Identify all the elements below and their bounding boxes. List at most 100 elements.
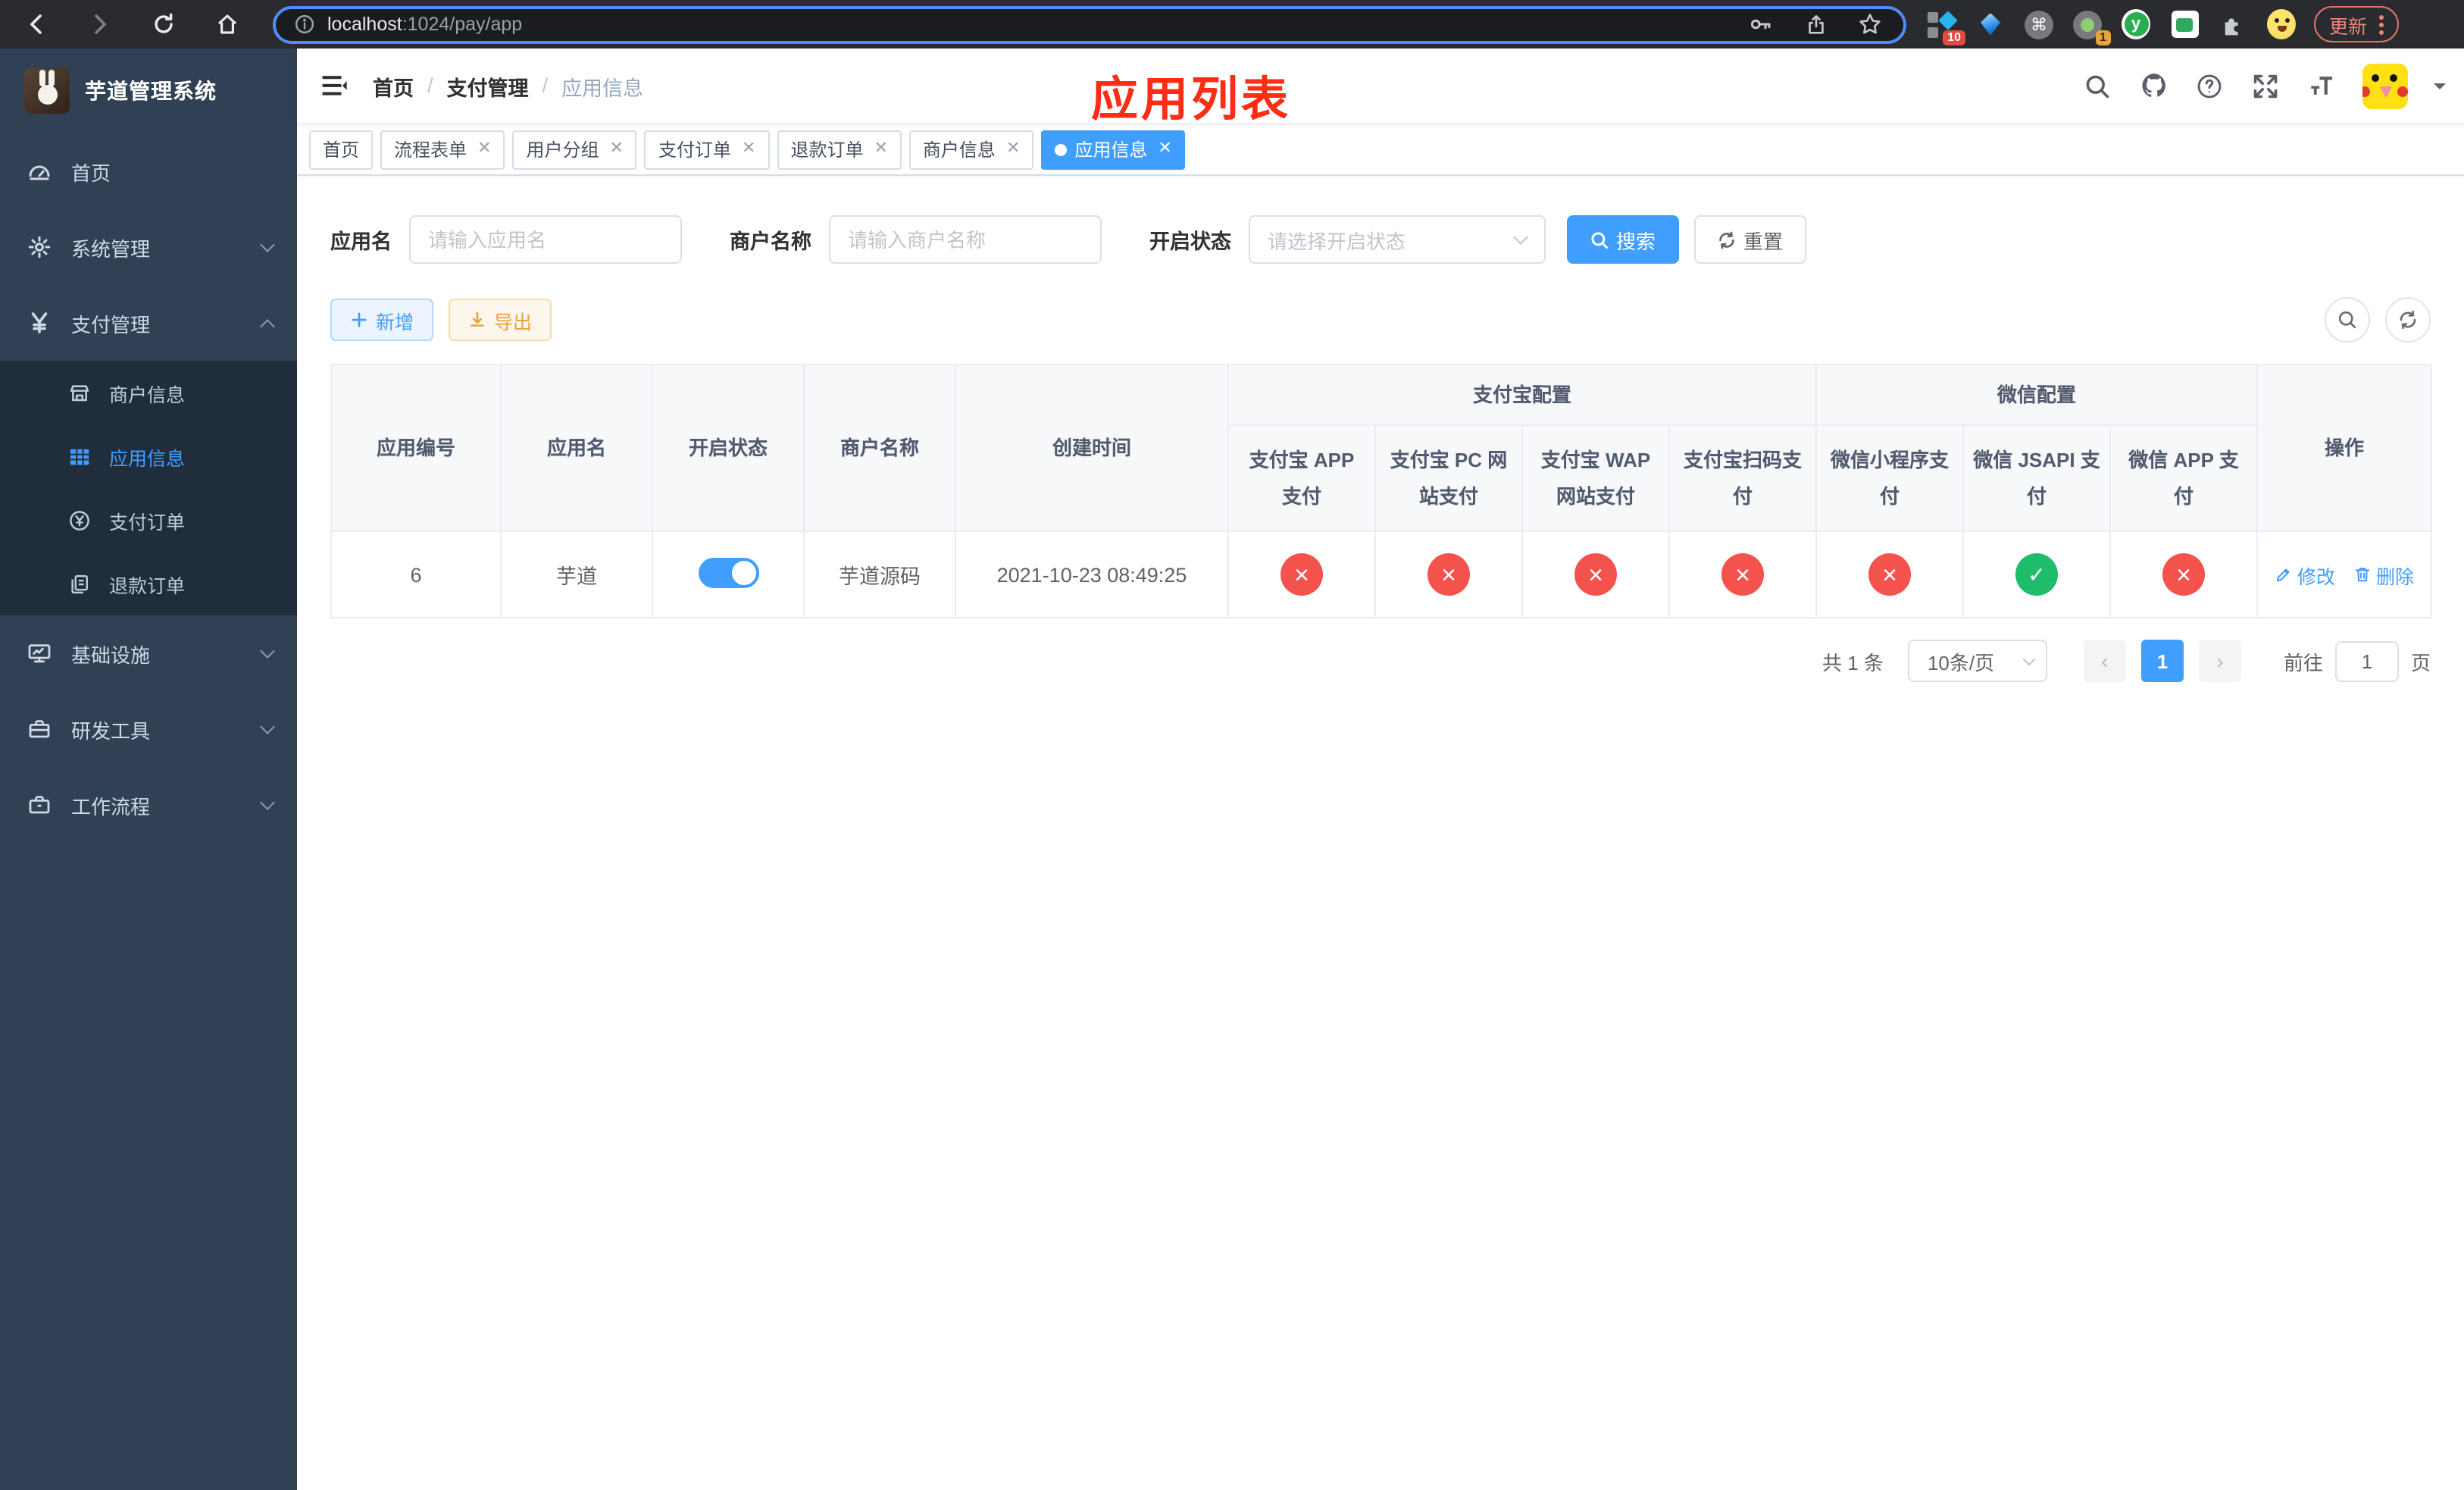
search-icon[interactable]: [2082, 70, 2112, 101]
tab-user-group[interactable]: 用户分组 ✕: [512, 130, 637, 169]
refresh-icon: [1718, 230, 1734, 249]
sidebar-item-dev-tools[interactable]: 研发工具: [0, 691, 297, 767]
add-button[interactable]: 新增: [330, 299, 434, 341]
sidebar-item-payment[interactable]: 支付管理: [0, 285, 297, 361]
monitor-icon: [27, 641, 52, 665]
app-name-label: 应用名: [330, 230, 392, 253]
tab-payment-orders[interactable]: 支付订单 ✕: [644, 130, 770, 169]
breadcrumb-separator: /: [542, 74, 549, 97]
alipay-wap-status-icon: [1574, 553, 1617, 596]
breadcrumb-home[interactable]: 首页: [373, 70, 414, 101]
browser-forward-button[interactable]: [82, 6, 118, 42]
tab-close-icon[interactable]: ✕: [610, 140, 624, 158]
tab-close-icon[interactable]: ✕: [1158, 140, 1171, 158]
extension-y-icon[interactable]: y: [2122, 9, 2150, 39]
extension-command-icon[interactable]: ⌘: [2025, 10, 2053, 39]
sidebar-item-infrastructure[interactable]: 基础设施: [0, 615, 297, 691]
col-status: 开启状态: [652, 364, 805, 532]
dashboard-icon: [27, 159, 52, 183]
sidebar-item-app-info[interactable]: 应用信息: [0, 424, 297, 488]
sidebar-collapse-icon[interactable]: [318, 70, 349, 101]
show-search-button[interactable]: [2325, 297, 2370, 343]
browser-reload-button[interactable]: [145, 6, 182, 42]
tab-close-icon[interactable]: ✕: [1006, 140, 1020, 158]
browser-home-button[interactable]: [209, 6, 245, 42]
reset-button[interactable]: 重置: [1693, 215, 1806, 264]
tab-merchant-info[interactable]: 商户信息 ✕: [908, 130, 1034, 169]
tab-refund-orders[interactable]: 退款订单 ✕: [777, 130, 902, 169]
tab-process-form[interactable]: 流程表单 ✕: [380, 130, 505, 169]
tab-home[interactable]: 首页: [309, 130, 374, 169]
user-avatar[interactable]: [2362, 63, 2408, 108]
sidebar-item-workflow[interactable]: 工作流程: [0, 767, 297, 843]
cell-created: 2021-10-23 08:49:25: [955, 531, 1229, 618]
refresh-table-button[interactable]: [2385, 297, 2431, 343]
help-icon[interactable]: [2194, 70, 2225, 101]
bookmark-star-icon[interactable]: [1855, 9, 1885, 39]
tab-close-icon[interactable]: ✕: [874, 140, 887, 158]
sidebar-item-home[interactable]: 首页: [0, 133, 297, 209]
app-name-input[interactable]: [408, 215, 681, 264]
extension-recorder-icon[interactable]: 1: [2073, 10, 2111, 45]
next-page-button[interactable]: ›: [2198, 640, 2241, 682]
shop-icon: [67, 380, 91, 405]
status-select[interactable]: 请选择开启状态: [1248, 215, 1545, 264]
sidebar-logo[interactable]: 芋道管理系统: [0, 49, 297, 133]
goto-page-input[interactable]: [2334, 640, 2399, 681]
sidebar-item-payment-orders[interactable]: 支付订单: [0, 488, 297, 552]
page-number-button[interactable]: 1: [2140, 640, 2184, 682]
font-size-icon[interactable]: [2306, 70, 2337, 101]
breadcrumb-payment[interactable]: 支付管理: [447, 70, 529, 101]
delete-button[interactable]: 删除: [2353, 560, 2414, 589]
browser-profile-avatar[interactable]: [2267, 9, 2296, 39]
avatar-caret-icon[interactable]: [2434, 83, 2446, 95]
sidebar-item-merchant-info[interactable]: 商户信息: [0, 361, 297, 424]
extensions-row: 10 ⌘ 1 y: [1928, 9, 2296, 45]
col-merchant: 商户名称: [803, 364, 956, 532]
page-size-value: 10条/页: [1927, 651, 1995, 674]
filter-form: 应用名 商户名称 开启状态 请选择开启状态 搜索: [330, 215, 2431, 264]
col-wechat-app: 微信 APP 支付: [2109, 424, 2259, 532]
col-created: 创建时间: [955, 364, 1229, 532]
table-toolbar: 新增 导出: [330, 297, 2431, 343]
browser-update-menu[interactable]: 更新: [2314, 6, 2400, 42]
main-area: 应用列表 首页 / 支付管理 / 应用信息 首页 流程表单 ✕ 用户分组 ✕ 支…: [297, 49, 2464, 1490]
merchant-name-input[interactable]: [828, 215, 1101, 264]
share-icon[interactable]: [1800, 9, 1831, 39]
status-toggle[interactable]: [698, 557, 758, 587]
url-bar[interactable]: localhost:1024/pay/app: [273, 5, 1906, 43]
chevron-up-icon: [260, 318, 275, 333]
extension-kite-icon[interactable]: [1976, 10, 2005, 39]
tab-close-icon[interactable]: ✕: [477, 140, 491, 158]
cell-status: [652, 531, 805, 618]
fullscreen-icon[interactable]: [2250, 70, 2281, 101]
kebab-menu-icon[interactable]: [2379, 14, 2384, 34]
edit-button[interactable]: 修改: [2275, 560, 2335, 589]
col-alipay-qr: 支付宝扫码支付: [1668, 424, 1818, 532]
tab-close-icon[interactable]: ✕: [742, 140, 755, 158]
navbar: 首页 / 支付管理 / 应用信息: [297, 49, 2464, 124]
chevron-down-icon: [260, 795, 275, 810]
col-alipay-app: 支付宝 APP 支付: [1227, 424, 1376, 532]
prev-page-button[interactable]: ‹: [2083, 640, 2126, 682]
export-button[interactable]: 导出: [449, 299, 552, 341]
github-icon[interactable]: [2138, 70, 2169, 101]
edit-button-label: 修改: [2297, 566, 2336, 587]
tab-label: 支付订单: [658, 139, 731, 161]
extensions-puzzle-icon[interactable]: [2219, 10, 2247, 39]
plus-icon: [352, 312, 367, 327]
password-key-icon[interactable]: [1746, 9, 1776, 39]
browser-back-button[interactable]: [18, 6, 55, 42]
sidebar-item-system[interactable]: 系统管理: [0, 209, 297, 285]
breadcrumb-current: 应用信息: [561, 77, 644, 99]
page-size-select[interactable]: 10条/页: [1907, 640, 2047, 682]
sidebar-item-refund-orders[interactable]: 退款订单: [0, 552, 297, 615]
col-wechat-jsapi: 微信 JSAPI 支付: [1962, 424, 2112, 532]
alipay-pc-status-icon: [1427, 553, 1470, 596]
search-button[interactable]: 搜索: [1566, 215, 1679, 264]
extension-chat-icon[interactable]: [2170, 10, 2199, 39]
pagination-total: 共 1 条: [1822, 651, 1884, 674]
extension-grid-icon[interactable]: 10: [1928, 10, 1965, 45]
navbar-actions: [2082, 63, 2446, 108]
tab-app-info[interactable]: 应用信息 ✕: [1041, 130, 1186, 169]
